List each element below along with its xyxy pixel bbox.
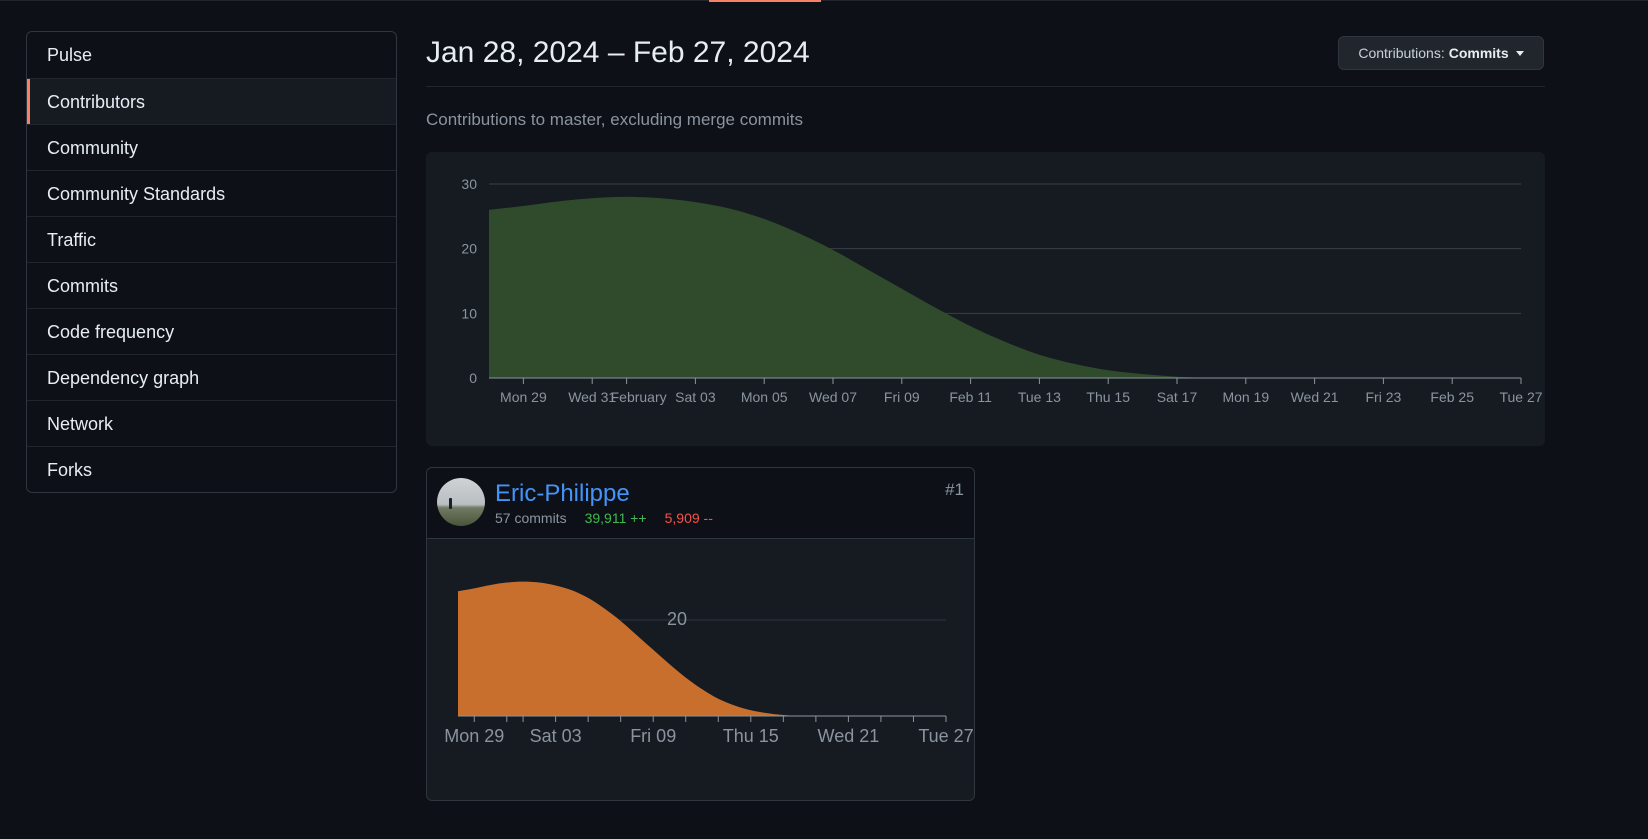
commit-count: 57 commits (495, 510, 567, 526)
contributor-chart-svg: 20 Mon 29 Sat 03 Fri 09 Thu 15 Wed 21 Tue 27 (444, 581, 974, 746)
sidebar-item-label: Pulse (47, 45, 93, 65)
sidebar-item-network[interactable]: Network (27, 400, 396, 446)
sidebar-item-label: Commits (47, 276, 118, 296)
sidebar-item-label: Contributors (47, 92, 146, 112)
sidebar-item-label: Code frequency (47, 322, 175, 342)
y-tick-label: 20 (667, 609, 687, 629)
contributions-prefix: Contributions: (1358, 45, 1445, 61)
x-tick-label: Fri 09 (884, 389, 920, 405)
x-tick-label: Thu 15 (1086, 389, 1130, 405)
deletions-count: 5,909 -- (664, 510, 713, 526)
top-border (0, 0, 1648, 1)
y-tick-label: 0 (469, 370, 477, 386)
contributor-rank: #1 (945, 480, 964, 499)
insights-tab-indicator (709, 0, 821, 2)
sidebar-item-label: Network (47, 414, 114, 434)
x-tick-label: Wed 21 (818, 726, 880, 746)
contributor-name-link[interactable]: Eric-Philippe (495, 480, 630, 508)
x-tick-label: Mon 05 (741, 389, 788, 405)
sidebar-item-forks[interactable]: Forks (27, 446, 396, 492)
series-area (489, 196, 1521, 379)
x-tick-label: Mon 29 (444, 726, 504, 746)
avatar[interactable] (437, 478, 485, 526)
sidebar-item-community-standards[interactable]: Community Standards (27, 170, 396, 216)
x-tick-label: Mon 19 (1222, 389, 1269, 405)
contributor-stats: 57 commits 39,911 ++ 5,909 -- (495, 510, 713, 526)
sidebar-item-label: Community (47, 138, 139, 158)
x-tick-label: Thu 15 (723, 726, 779, 746)
x-tick-label: Wed 07 (809, 389, 857, 405)
y-tick-label: 30 (461, 176, 477, 192)
x-tick-label: February (611, 389, 667, 405)
x-tick-label: Fri 09 (630, 726, 676, 746)
sidebar-item-contributors[interactable]: Contributors (27, 78, 396, 124)
chevron-down-icon (1515, 50, 1524, 56)
date-range-title: Jan 28, 2024 – Feb 27, 2024 (426, 36, 810, 69)
sidebar-item-label: Forks (47, 460, 92, 480)
sidebar-item-label: Dependency graph (47, 368, 200, 388)
x-tick-label: Tue 13 (1018, 389, 1061, 405)
overall-chart-svg: 0 10 20 30 Mon 29 Wed 31February Sat 03 Mon 05 W… (461, 176, 1542, 405)
chart-subtitle: Contributions to master, excluding merge… (426, 110, 803, 129)
sidebar-item-label: Community Standards (47, 184, 226, 204)
x-tick-label: Wed 31 (568, 389, 616, 405)
x-tick-label: Mon 29 (500, 389, 547, 405)
sidebar-item-community[interactable]: Community (27, 124, 396, 170)
avatar-landscape-icon (449, 498, 452, 509)
y-tick-label: 20 (461, 241, 477, 257)
x-tick-label: Feb 25 (1430, 389, 1474, 405)
x-tick-label: Feb 11 (949, 389, 992, 405)
header-divider (426, 86, 1545, 87)
x-tick-label: Fri 23 (1366, 389, 1402, 405)
sidebar-item-commits[interactable]: Commits (27, 262, 396, 308)
sidebar-item-label: Traffic (47, 230, 97, 250)
x-tick-label: Wed 21 (1291, 389, 1339, 405)
x-tick-label: Sat 17 (1157, 389, 1198, 405)
sidebar-item-pulse[interactable]: Pulse (27, 32, 396, 78)
contributor-card-header: Eric-Philippe 57 commits 39,911 ++ 5,909 -… (427, 468, 974, 539)
overall-contributions-chart: 0 10 20 30 Mon 29 Wed 31 February Sat 03 Mon 05 W… (426, 152, 1545, 446)
sidebar-item-dependency-graph[interactable]: Dependency graph (27, 354, 396, 400)
sidebar-item-code-frequency[interactable]: Code frequency (27, 308, 396, 354)
insights-sidebar: Pulse Contributors Community Community Stan… (26, 31, 397, 493)
x-tick-label: Sat 03 (530, 726, 582, 746)
y-tick-label: 10 (461, 305, 477, 321)
additions-count: 39,911 ++ (584, 510, 647, 526)
contributions-type-dropdown[interactable]: Contributions: Commits (1338, 36, 1544, 70)
sidebar-item-traffic[interactable]: Traffic (27, 216, 396, 262)
contributor-card: Eric-Philippe 57 commits 39,911 ++ 5,909 -… (426, 467, 975, 801)
contributions-value: Commits (1448, 45, 1509, 61)
x-tick-label: Tue 27 (1499, 389, 1542, 405)
x-tick-label: Sat 03 (675, 389, 716, 405)
series-area (458, 581, 946, 717)
x-tick-label: Tue 27 (918, 726, 973, 746)
